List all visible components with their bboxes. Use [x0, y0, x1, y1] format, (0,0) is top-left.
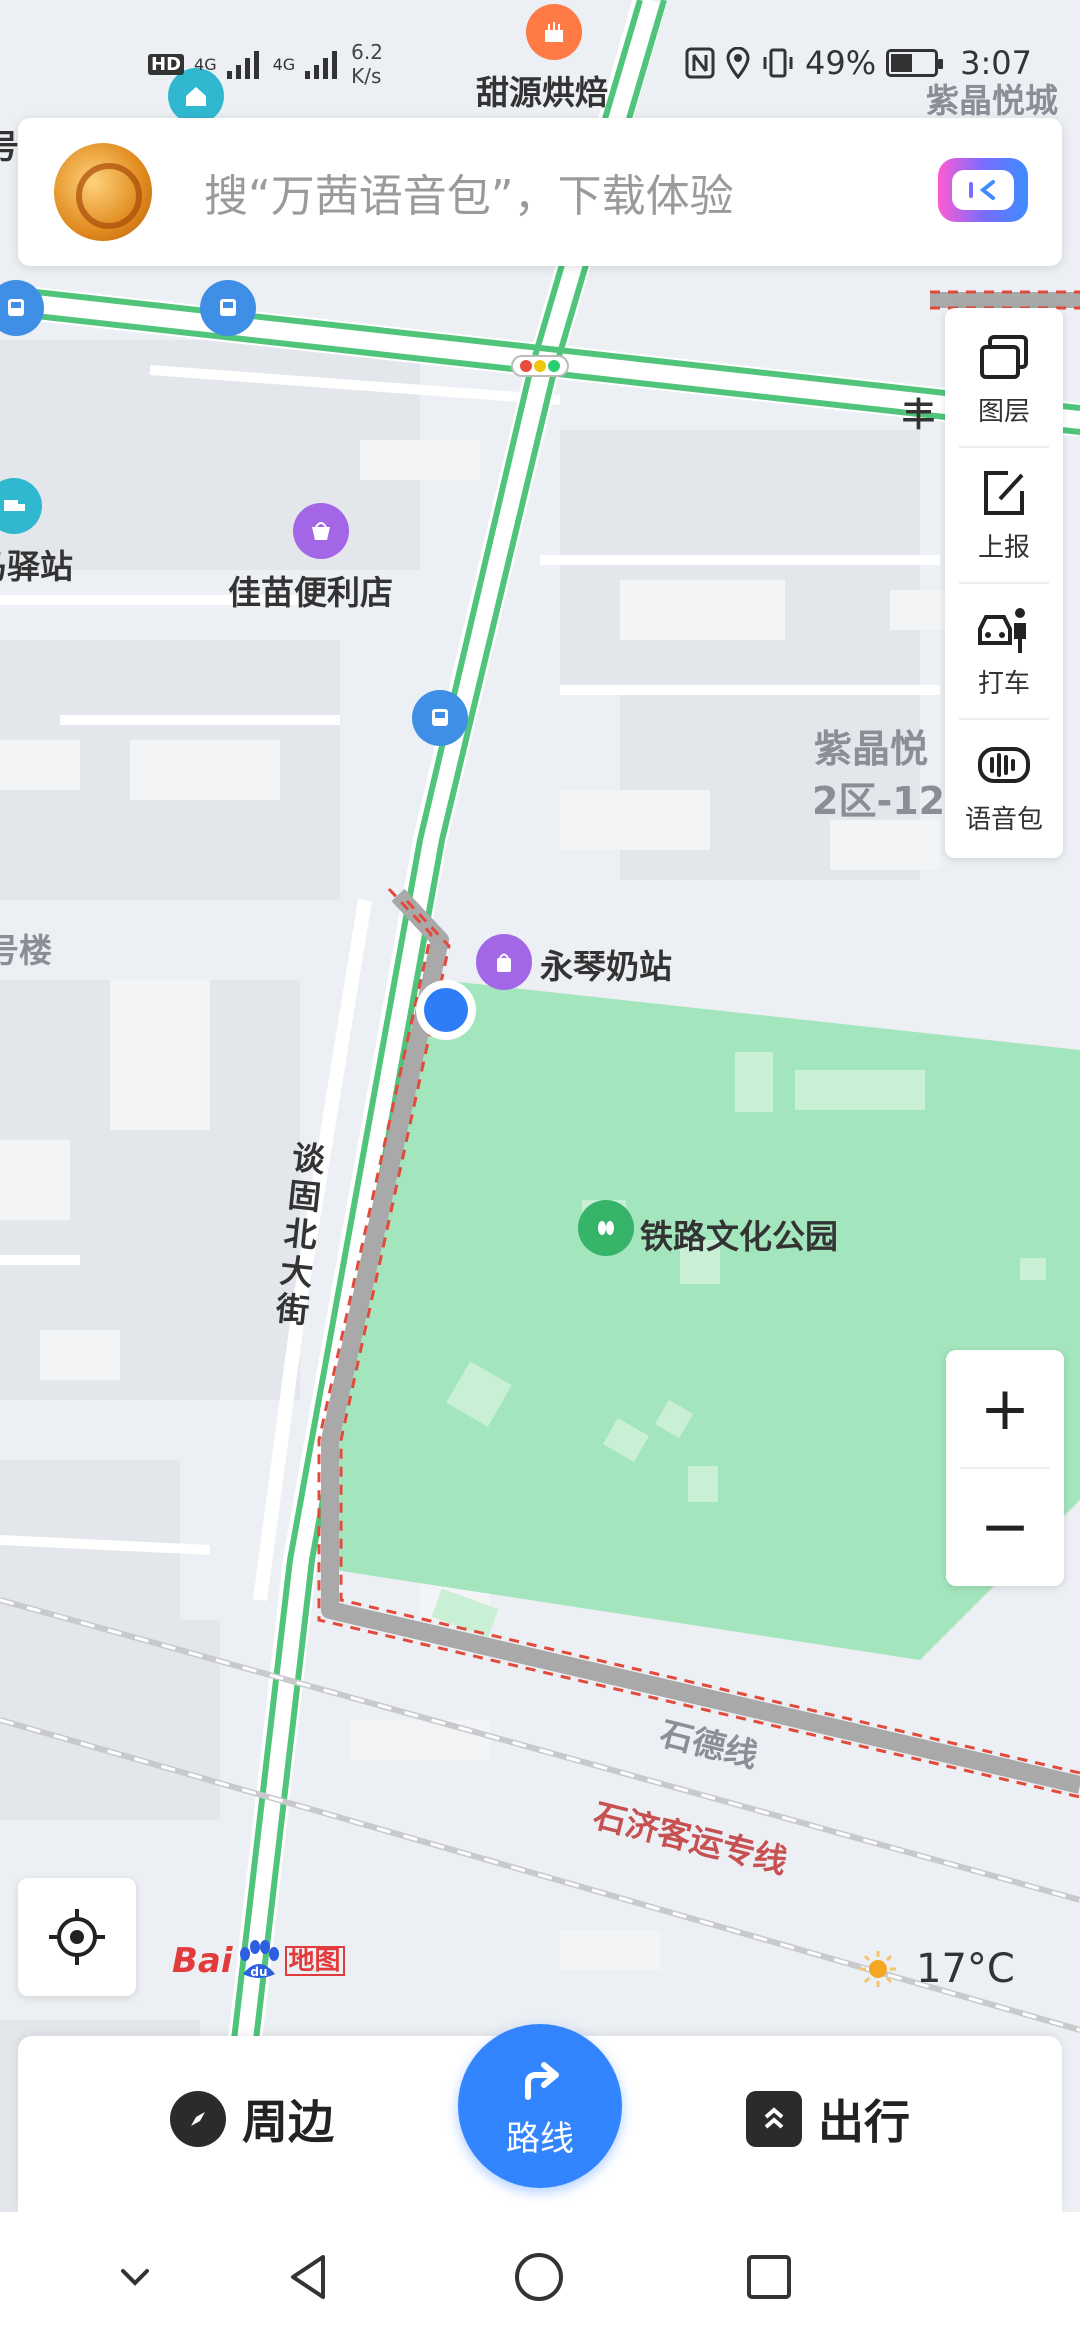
home-circle-icon[interactable] — [504, 2242, 574, 2312]
voice-assistant-icon — [952, 170, 1014, 210]
taxi-label: 打车 — [977, 668, 1030, 699]
sun-icon — [860, 1951, 896, 1987]
route-button[interactable]: 路线 — [458, 2024, 622, 2188]
report-label: 上报 — [977, 532, 1030, 563]
map-label-feng: 丰 — [902, 395, 935, 434]
back-triangle-icon[interactable] — [274, 2242, 344, 2312]
convenience-store-pin-icon[interactable] — [293, 503, 349, 559]
system-nav-bar — [0, 2212, 1080, 2340]
status-left: HD 4G 4G 6.2 K/s — [148, 40, 383, 88]
weather-widget[interactable]: 17°C — [858, 1946, 1015, 1992]
avatar[interactable] — [54, 143, 152, 241]
map-label-haolou: 号楼 — [0, 931, 52, 970]
network-speed: 6.2 K/s — [351, 40, 383, 88]
zoom-out-button[interactable]: − — [946, 1468, 1064, 1586]
map-label-hao-left: 号 — [0, 127, 19, 166]
voice-pack-icon — [978, 746, 1030, 783]
search-bar[interactable]: 搜“万茜语音包”，下载体验 — [18, 118, 1062, 266]
signal-icon — [226, 51, 259, 79]
voice-pack-label: 语音包 — [964, 804, 1043, 835]
report-button[interactable]: 上报 — [945, 448, 1063, 578]
map-label-district: 2区-12 — [812, 779, 946, 823]
zoom-in-button[interactable]: + — [946, 1350, 1064, 1468]
temperature: 17°C — [916, 1946, 1015, 1992]
speed-value: 6.2 — [351, 40, 383, 64]
battery-percent: 49% — [805, 44, 877, 82]
layers-label: 图层 — [977, 396, 1030, 427]
signal-4g-label: 4G — [272, 54, 296, 74]
status-right: 49% 3:07 — [685, 44, 1032, 82]
route-arrow-icon — [525, 2061, 559, 2100]
map-label-park: 铁路文化公园 — [640, 1217, 838, 1256]
travel-button[interactable]: 出行 — [746, 2086, 910, 2152]
milk-station-pin-icon[interactable] — [476, 934, 532, 990]
report-icon — [984, 470, 1024, 515]
layers-button[interactable]: 图层 — [945, 312, 1063, 442]
logo-du: du — [250, 1965, 267, 1979]
zoom-control: + − — [946, 1350, 1064, 1586]
map-tools-panel: 图层 上报 打车 语音包 — [945, 308, 1063, 858]
voice-assistant-button[interactable] — [938, 158, 1028, 222]
logo-ditu: 地图 — [284, 1946, 345, 1976]
travel-label: 出行 — [818, 2095, 910, 2149]
nfc-icon — [685, 47, 715, 79]
status-time: 3:07 — [960, 44, 1032, 82]
locate-me-button[interactable] — [18, 1878, 136, 1996]
search-input[interactable]: 搜“万茜语音包”，下载体验 — [204, 160, 734, 224]
travel-icon — [746, 2091, 802, 2147]
taxi-button[interactable]: 打车 — [945, 584, 1063, 714]
route-label: 路线 — [506, 2118, 574, 2159]
status-bar: HD 4G 4G 6.2 K/s 49% 3:07 — [0, 0, 1080, 110]
compass-icon — [170, 2091, 226, 2147]
battery-fill — [891, 54, 913, 72]
baidu-map-logo: Bai du 地图 — [172, 1936, 345, 1986]
hd-badge: HD — [148, 53, 185, 75]
map-label-zijing-mid: 紫晶悦 — [814, 727, 929, 771]
map-label-jiamiao: 佳苗便利店 — [228, 573, 393, 612]
bus-stop-icon[interactable] — [412, 690, 468, 746]
taxi-icon — [978, 607, 1026, 653]
map-label-milk-station: 永琴奶站 — [540, 947, 672, 986]
back-chevron-icon[interactable] — [100, 2242, 170, 2312]
battery-icon — [886, 49, 944, 77]
voice-pack-button[interactable]: 语音包 — [945, 720, 1063, 850]
nearby-label: 周边 — [242, 2095, 334, 2149]
map-label-yizhan: 马驿站 — [0, 547, 73, 586]
recents-square-icon[interactable] — [734, 2242, 804, 2312]
layers-icon — [980, 334, 1028, 379]
paw-icon: du — [239, 1940, 279, 1979]
location-icon — [726, 47, 750, 79]
nearby-button[interactable]: 周边 — [170, 2086, 334, 2152]
park-pin-icon[interactable] — [578, 1200, 634, 1256]
signal-icon — [305, 51, 338, 79]
bus-stop-icon[interactable] — [200, 280, 256, 336]
logo-bai: Bai — [172, 1941, 233, 1981]
signal-4g-label: 4G — [194, 54, 217, 74]
vibrate-icon — [763, 48, 793, 78]
locate-icon — [49, 1909, 105, 1965]
speed-unit: K/s — [351, 64, 382, 88]
